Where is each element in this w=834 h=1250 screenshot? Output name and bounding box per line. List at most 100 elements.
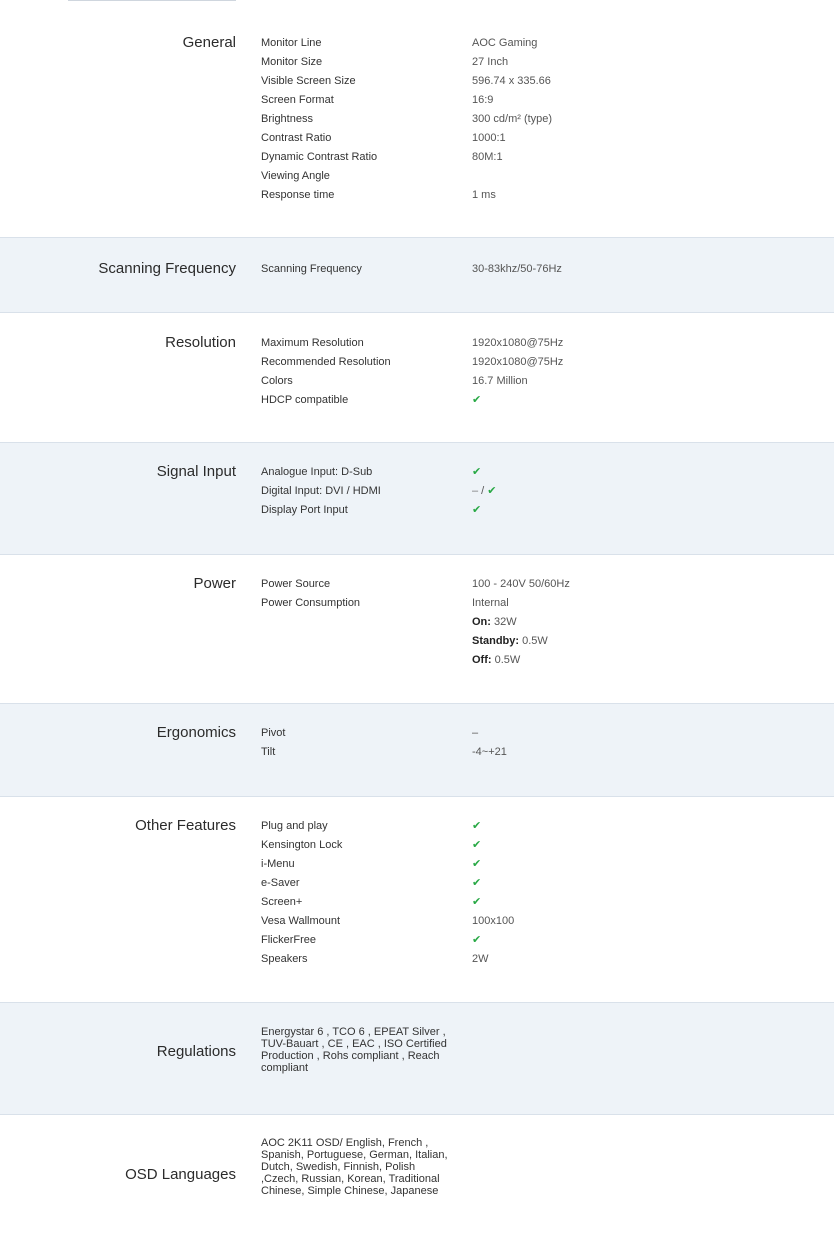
section-title: Signal Input bbox=[156, 463, 236, 480]
check-icon: ✔ bbox=[472, 466, 482, 478]
spec-row: Brightness 300 cd/m² (type) bbox=[261, 110, 761, 129]
spec-label: e-Saver bbox=[261, 877, 300, 889]
check-icon: ✔ bbox=[472, 504, 482, 516]
spec-label: Display Port Input bbox=[261, 504, 348, 516]
section-title: OSD Languages bbox=[125, 1166, 236, 1183]
spec-row: Power Consumption Internal bbox=[261, 594, 761, 613]
section-title: Resolution bbox=[165, 334, 236, 351]
spec-label: FlickerFree bbox=[261, 934, 317, 946]
section-general: General Monitor Line AOC Gaming Monitor S… bbox=[0, 0, 834, 237]
spec-row: Monitor Size 27 Inch bbox=[261, 53, 761, 72]
spec-rows: Scanning Frequency 30-83khz/50-76Hz bbox=[261, 260, 761, 279]
section-power: Power Power Source 100 - 240V 50/60Hz Pow… bbox=[0, 554, 834, 703]
spec-label: Dynamic Contrast Ratio bbox=[261, 151, 378, 163]
spec-value: 80M:1 bbox=[472, 151, 503, 163]
spec-label: Analogue Input: D-Sub bbox=[261, 466, 373, 478]
spec-row: Off: 0.5W bbox=[261, 651, 761, 670]
spec-label: Vesa Wallmount bbox=[261, 915, 341, 927]
spec-value: 27 Inch bbox=[472, 56, 509, 68]
spec-label: Plug and play bbox=[261, 820, 328, 832]
spec-row: i-Menu ✔ bbox=[261, 855, 761, 874]
check-icon: ✔ bbox=[472, 858, 482, 870]
spec-row: Standby: 0.5W bbox=[261, 632, 761, 651]
value-separator: / bbox=[478, 485, 488, 497]
spec-value: 100x100 bbox=[472, 915, 515, 927]
section-scanning-frequency: Scanning Frequency Scanning Frequency 30-… bbox=[0, 237, 834, 312]
spec-row: Monitor Line AOC Gaming bbox=[261, 34, 761, 53]
power-on-amount: 32W bbox=[490, 616, 517, 628]
spec-value: 1920x1080@75Hz bbox=[472, 337, 564, 349]
spec-label: Monitor Size bbox=[261, 56, 323, 68]
section-resolution: Resolution Maximum Resolution 1920x1080@7… bbox=[0, 312, 834, 442]
spec-value: Internal bbox=[472, 597, 509, 609]
spec-label: Pivot bbox=[261, 727, 286, 739]
spec-rows: Power Source 100 - 240V 50/60Hz Power Con… bbox=[261, 575, 761, 670]
spec-label: Maximum Resolution bbox=[261, 337, 364, 349]
check-icon: ✔ bbox=[487, 485, 497, 497]
spec-value: 30-83khz/50-76Hz bbox=[472, 263, 562, 275]
spec-value: 1000:1 bbox=[472, 132, 506, 144]
spec-rows: Monitor Line AOC Gaming Monitor Size 27 In… bbox=[261, 34, 761, 205]
spec-label: Contrast Ratio bbox=[261, 132, 332, 144]
spec-label: Screen+ bbox=[261, 896, 303, 908]
spec-row: Analogue Input: D-Sub ✔ bbox=[261, 463, 761, 482]
spec-row: Vesa Wallmount 100x100 bbox=[261, 912, 761, 931]
spec-label: Digital Input: DVI / HDMI bbox=[261, 485, 381, 497]
power-off-value: Off: 0.5W bbox=[472, 651, 520, 670]
power-off-amount: 0.5W bbox=[491, 654, 521, 666]
section-title: Other Features bbox=[135, 817, 236, 834]
spec-row: e-Saver ✔ bbox=[261, 874, 761, 893]
spec-label: Viewing Angle bbox=[261, 170, 330, 182]
spec-row: Speakers 2W bbox=[261, 950, 761, 969]
osd-languages-text: AOC 2K11 OSD/ English, French , Spanish,… bbox=[261, 1137, 448, 1197]
spec-rows: Plug and play ✔ Kensington Lock ✔ i-Menu ✔ … bbox=[261, 817, 761, 969]
spec-label: Speakers bbox=[261, 953, 308, 965]
check-icon: ✔ bbox=[472, 820, 482, 832]
check-icon: ✔ bbox=[472, 877, 482, 889]
spec-value: 596.74 x 335.66 bbox=[472, 75, 551, 87]
spec-value: 2W bbox=[472, 953, 489, 965]
spec-row: Colors 16.7 Million bbox=[261, 372, 761, 391]
section-title: Regulations bbox=[156, 1043, 236, 1060]
spec-label: Screen Format bbox=[261, 94, 334, 106]
spec-label: Visible Screen Size bbox=[261, 75, 356, 87]
spec-row: Plug and play ✔ bbox=[261, 817, 761, 836]
power-standby-value: Standby: 0.5W bbox=[472, 632, 548, 651]
spec-value: 16.7 Million bbox=[472, 375, 528, 387]
section-title: Power bbox=[193, 575, 236, 592]
spec-rows: Pivot – Tilt -4~+21 bbox=[261, 724, 761, 762]
spec-row: Visible Screen Size 596.74 x 335.66 bbox=[261, 72, 761, 91]
spec-row: Tilt -4~+21 bbox=[261, 743, 761, 762]
spec-label: Recommended Resolution bbox=[261, 356, 391, 368]
spec-value: – / ✔ bbox=[472, 482, 497, 501]
section-title: Scanning Frequency bbox=[98, 260, 236, 277]
regulations-text: Energystar 6 , TCO 6 , EPEAT Silver , TU… bbox=[261, 1026, 447, 1074]
spec-rows: Maximum Resolution 1920x1080@75Hz Recomme… bbox=[261, 334, 761, 410]
spec-value: 100 - 240V 50/60Hz bbox=[472, 578, 570, 590]
spec-label: Tilt bbox=[261, 746, 276, 758]
spec-row: FlickerFree ✔ bbox=[261, 931, 761, 950]
section-title: Ergonomics bbox=[156, 724, 236, 741]
check-icon: ✔ bbox=[472, 934, 482, 946]
spec-row: Pivot – bbox=[261, 724, 761, 743]
section-title: General bbox=[182, 34, 236, 51]
spec-label: Colors bbox=[261, 375, 293, 387]
spec-label: HDCP compatible bbox=[261, 394, 349, 406]
spec-row: Recommended Resolution 1920x1080@75Hz bbox=[261, 353, 761, 372]
section-other-features: Other Features Plug and play ✔ Kensington… bbox=[0, 796, 834, 1002]
check-icon: ✔ bbox=[472, 839, 482, 851]
spec-label: i-Menu bbox=[261, 858, 295, 870]
section-signal-input: Signal Input Analogue Input: D-Sub ✔ Digi… bbox=[0, 442, 834, 554]
power-on-key: On: bbox=[472, 616, 491, 628]
spec-label: Power Source bbox=[261, 578, 331, 590]
power-on-value: On: 32W bbox=[472, 613, 517, 632]
spec-value: AOC Gaming bbox=[472, 37, 538, 49]
spec-label: Monitor Line bbox=[261, 37, 322, 49]
section-osd-languages: OSD Languages AOC 2K11 OSD/ English, Fre… bbox=[0, 1114, 834, 1250]
spec-label: Scanning Frequency bbox=[261, 263, 362, 275]
section-regulations: Regulations Energystar 6 , TCO 6 , EPEAT… bbox=[0, 1002, 834, 1114]
spec-row: Response time 1 ms bbox=[261, 186, 761, 205]
spec-row: On: 32W bbox=[261, 613, 761, 632]
spec-row: Screen+ ✔ bbox=[261, 893, 761, 912]
spec-value: 1920x1080@75Hz bbox=[472, 356, 564, 368]
